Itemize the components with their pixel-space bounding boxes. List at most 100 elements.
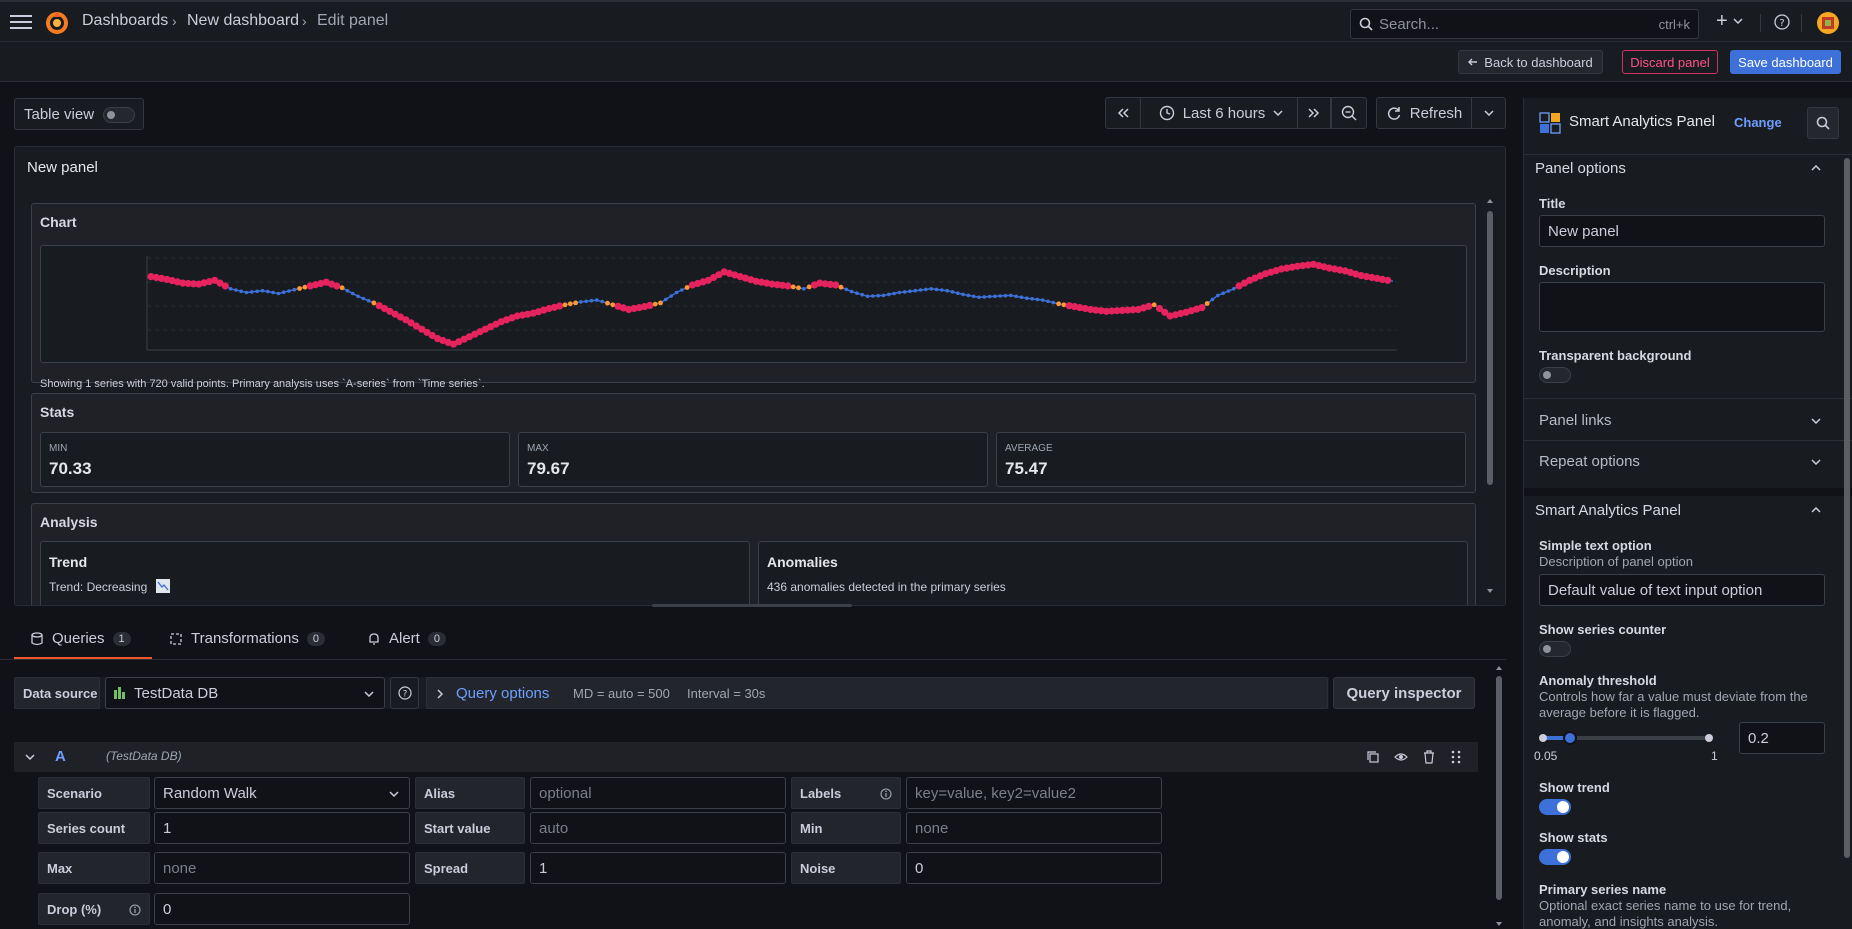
search-icon bbox=[1359, 17, 1373, 31]
simple-text-input[interactable]: Default value of text input option bbox=[1539, 574, 1825, 606]
transparent-toggle[interactable] bbox=[1539, 367, 1571, 383]
data-point bbox=[913, 288, 918, 293]
time-range-picker[interactable]: Last 6 hours bbox=[1140, 97, 1302, 129]
panel-title: New panel bbox=[27, 159, 98, 176]
data-point bbox=[993, 294, 997, 299]
spread-input[interactable]: 1 bbox=[530, 852, 786, 884]
min-input[interactable]: none bbox=[906, 812, 1162, 844]
bell-icon bbox=[367, 632, 381, 646]
datasource-help-button[interactable]: ? bbox=[390, 677, 419, 709]
pane-resize-handle[interactable] bbox=[652, 604, 852, 607]
info-icon[interactable] bbox=[129, 904, 141, 916]
query-options-interval: Interval = 30s bbox=[687, 686, 766, 701]
query-options-bar[interactable]: Query options MD = auto = 500 Interval =… bbox=[426, 677, 1328, 709]
data-point bbox=[908, 289, 912, 294]
search-input[interactable]: Search... ctrl+k bbox=[1350, 9, 1699, 39]
anomaly-threshold-input[interactable]: 0.2 bbox=[1739, 722, 1825, 754]
data-point bbox=[297, 286, 302, 291]
show-trend-toggle[interactable] bbox=[1539, 799, 1571, 815]
chevron-up-icon[interactable] bbox=[1811, 507, 1821, 513]
table-view-switch[interactable] bbox=[103, 107, 135, 123]
refresh-interval-dropdown[interactable] bbox=[1471, 97, 1506, 129]
labels-input[interactable]: key=value, key2=value2 bbox=[906, 777, 1162, 809]
chevron-down-icon[interactable] bbox=[1811, 459, 1821, 465]
max-input[interactable]: none bbox=[154, 852, 410, 884]
duplicate-icon[interactable] bbox=[1366, 750, 1380, 764]
help-icon[interactable]: ? bbox=[1774, 14, 1790, 30]
anomaly-threshold-slider[interactable] bbox=[1539, 728, 1713, 748]
panel-links-heading[interactable]: Panel links bbox=[1539, 412, 1612, 429]
change-viz-link[interactable]: Change bbox=[1734, 115, 1782, 130]
breadcrumb-edit-panel: Edit panel bbox=[317, 12, 389, 29]
refresh-button[interactable]: Refresh bbox=[1376, 97, 1472, 129]
trash-icon[interactable] bbox=[1422, 750, 1436, 764]
back-to-dashboard-label: Back to dashboard bbox=[1484, 54, 1593, 70]
breadcrumb-new-dashboard[interactable]: New dashboard bbox=[187, 12, 299, 30]
panel-options-heading[interactable]: Panel options bbox=[1535, 160, 1626, 177]
data-point bbox=[977, 295, 981, 299]
alias-input[interactable]: optional bbox=[530, 777, 786, 809]
panel-scrollbar[interactable] bbox=[1485, 197, 1495, 597]
data-point bbox=[1014, 294, 1018, 299]
query-inspector-button[interactable]: Query inspector bbox=[1333, 677, 1475, 709]
title-input[interactable]: New panel bbox=[1539, 215, 1825, 247]
options-pane: Smart Analytics Panel Change Panel optio… bbox=[1523, 98, 1852, 929]
zoom-out-icon bbox=[1341, 105, 1357, 121]
options-scrollbar[interactable] bbox=[1843, 158, 1851, 929]
data-point bbox=[961, 292, 965, 297]
tab-queries[interactable]: Queries 1 bbox=[30, 630, 131, 647]
chevron-down-icon[interactable] bbox=[1811, 418, 1821, 424]
info-icon[interactable] bbox=[880, 788, 892, 800]
avatar[interactable] bbox=[1816, 11, 1840, 35]
search-options-button[interactable] bbox=[1807, 107, 1839, 139]
repeat-options-heading[interactable]: Repeat options bbox=[1539, 453, 1640, 470]
data-point bbox=[234, 288, 238, 292]
table-view-toggle[interactable]: Table view bbox=[14, 98, 144, 130]
time-shift-forward-button[interactable] bbox=[1297, 97, 1331, 129]
scenario-select[interactable]: Random Walk bbox=[154, 777, 410, 809]
viz-name[interactable]: Smart Analytics Panel bbox=[1569, 113, 1715, 130]
data-point bbox=[1030, 297, 1034, 301]
data-point bbox=[356, 294, 360, 299]
show-counter-toggle[interactable] bbox=[1539, 641, 1571, 657]
time-shift-back-button[interactable] bbox=[1105, 97, 1141, 129]
chevron-down-icon[interactable] bbox=[25, 754, 35, 760]
save-dashboard-label: Save dashboard bbox=[1738, 54, 1833, 70]
tab-transformations[interactable]: Transformations 0 bbox=[169, 630, 325, 647]
clock-icon bbox=[1159, 105, 1175, 121]
query-scrollbar[interactable] bbox=[1494, 664, 1504, 929]
search-shortcut: ctrl+k bbox=[1658, 17, 1690, 32]
breadcrumb-dashboards[interactable]: Dashboards bbox=[82, 12, 168, 30]
data-point bbox=[260, 288, 265, 293]
chevron-down-icon[interactable] bbox=[1733, 18, 1743, 24]
zoom-out-button[interactable] bbox=[1331, 97, 1367, 129]
slider-thumb[interactable] bbox=[1562, 731, 1577, 745]
eye-icon[interactable] bbox=[1394, 750, 1408, 764]
drag-handle-icon[interactable] bbox=[1451, 750, 1461, 764]
drop-input[interactable]: 0 bbox=[154, 893, 410, 925]
add-new-button[interactable]: + bbox=[1716, 10, 1728, 33]
data-point bbox=[292, 287, 297, 292]
plugin-options-heading[interactable]: Smart Analytics Panel bbox=[1535, 502, 1681, 519]
menu-icon[interactable] bbox=[10, 13, 32, 31]
start-value-input[interactable]: auto bbox=[530, 812, 786, 844]
search-placeholder: Search... bbox=[1379, 16, 1440, 33]
data-point bbox=[892, 291, 896, 296]
discard-panel-button[interactable]: Discard panel bbox=[1622, 50, 1718, 74]
series-count-input[interactable]: 1 bbox=[154, 812, 410, 844]
anomaly-point bbox=[1198, 304, 1206, 312]
data-point bbox=[266, 289, 270, 294]
data-point bbox=[855, 291, 859, 295]
noise-input[interactable]: 0 bbox=[906, 852, 1162, 884]
description-textarea[interactable] bbox=[1539, 282, 1825, 332]
data-point bbox=[1003, 293, 1008, 298]
tab-alert[interactable]: Alert 0 bbox=[367, 630, 446, 647]
back-to-dashboard-button[interactable]: Back to dashboard bbox=[1458, 50, 1603, 74]
stat-value: 79.67 bbox=[527, 459, 570, 478]
save-dashboard-button[interactable]: Save dashboard bbox=[1730, 50, 1841, 74]
chevron-up-icon[interactable] bbox=[1811, 165, 1821, 171]
query-ref-id[interactable]: A bbox=[55, 748, 66, 765]
show-stats-toggle[interactable] bbox=[1539, 849, 1571, 865]
datasource-picker[interactable]: TestData DB bbox=[105, 677, 385, 709]
grafana-logo-icon[interactable] bbox=[45, 11, 69, 35]
